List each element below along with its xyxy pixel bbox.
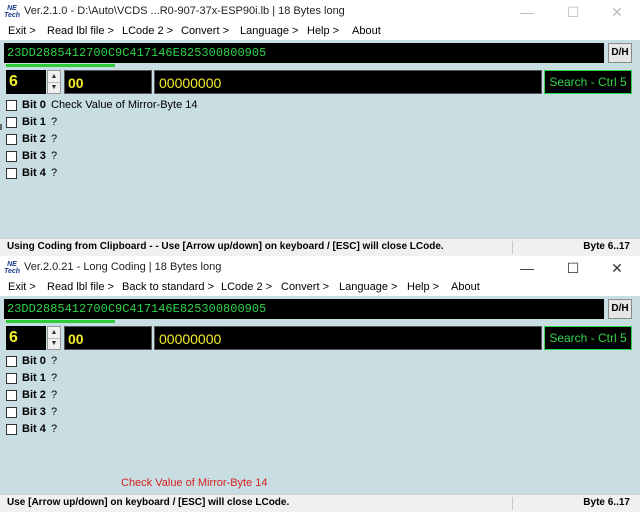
bit-checkbox[interactable] [6,390,17,401]
byte-position-progress [6,64,115,67]
bit-label: Bit 3 [22,406,46,418]
lcode-window-1: NE Tech Ver.2.1.0 - D:\Auto\VCDS ...R0-90… [0,0,640,256]
status-bar: Use [Arrow up/down] on keyboard / [ESC] … [0,494,640,512]
byte-binary-field[interactable]: 00000000 [154,70,542,94]
bit-label: Bit 2 [22,133,46,145]
bit-description: Check Value of Mirror-Byte 14 [51,99,198,111]
edge-marker [0,124,2,130]
bit-label: Bit 1 [22,116,46,128]
minimize-icon[interactable]: — [504,256,550,280]
bit-checkbox[interactable] [6,134,17,145]
menu-language[interactable]: Language > [339,281,397,293]
window-title: Ver.2.1.0 - D:\Auto\VCDS ...R0-907-37x-E… [24,5,345,17]
bit-checkbox[interactable] [6,151,17,162]
client-area: 23DD2885412700C9C417146E825300800905 D/H… [0,40,640,256]
bit-description: ? [51,133,58,145]
close-icon[interactable]: ✕ [594,0,640,24]
byte-hex-field[interactable]: 00 [64,326,152,350]
bit-description: ? [51,372,58,384]
menu-convert[interactable]: Convert > [281,281,329,293]
menu-lcode2[interactable]: LCode 2 > [221,281,272,293]
byte-index-field[interactable]: 6 [6,326,46,350]
dec-hex-toggle-button[interactable]: D/H [608,299,632,319]
menu-exit[interactable]: Exit > [8,281,36,293]
window-title: Ver.2.0.21 - Long Coding | 18 Bytes long [24,261,222,273]
menu-help[interactable]: Help > [307,25,339,37]
bit-checkbox[interactable] [6,407,17,418]
byte-binary-field[interactable]: 00000000 [154,326,542,350]
bit-description: ? [51,389,58,401]
status-divider [512,497,513,510]
dec-hex-toggle-button[interactable]: D/H [608,43,632,63]
client-area: 23DD2885412700C9C417146E825300800905 D/H… [0,296,640,512]
bit-label: Bit 0 [22,99,46,111]
menu-bar: Exit > Read lbl file > Back to standard … [0,280,640,296]
menu-convert[interactable]: Convert > [181,25,229,37]
menu-bar: Exit > Read lbl file > LCode 2 > Convert… [0,24,640,40]
bit-label: Bit 4 [22,423,46,435]
menu-back-to-standard[interactable]: Back to standard > [122,281,214,293]
bit-label: Bit 1 [22,372,46,384]
bit-checkbox[interactable] [6,373,17,384]
info-message: Check Value of Mirror-Byte 14 [121,477,268,489]
bit-checkbox[interactable] [6,100,17,111]
bit-label: Bit 2 [22,389,46,401]
lcode-window-2: NE Tech Ver.2.0.21 - Long Coding | 18 Byt… [0,256,640,512]
byte-index-spinner[interactable]: ▲ ▼ [47,326,61,350]
status-text: Using Coding from Clipboard - - Use [Arr… [7,241,444,252]
close-icon[interactable]: ✕ [594,256,640,280]
status-bar: Using Coding from Clipboard - - Use [Arr… [0,238,640,256]
search-button[interactable]: Search - Ctrl 5 [544,70,632,94]
title-bar[interactable]: NE Tech Ver.2.0.21 - Long Coding | 18 Byt… [0,256,640,280]
app-logo: NE Tech [4,261,21,275]
maximize-icon[interactable]: ☐ [550,256,596,280]
menu-about[interactable]: About [352,25,381,37]
spin-down-icon[interactable]: ▼ [48,338,60,349]
byte-hex-field[interactable]: 00 [64,70,152,94]
bit-label: Bit 4 [22,167,46,179]
bit-checkbox[interactable] [6,356,17,367]
bit-description: ? [51,423,58,435]
menu-read-lbl[interactable]: Read lbl file > [47,25,114,37]
app-logo: NE Tech [4,5,21,19]
byte-position-progress [6,320,115,323]
bit-description: ? [51,167,58,179]
status-byte-range: Byte 6..17 [583,241,630,252]
maximize-icon[interactable]: ☐ [550,0,596,24]
bit-checkbox[interactable] [6,117,17,128]
bit-description: ? [51,355,58,367]
status-text: Use [Arrow up/down] on keyboard / [ESC] … [7,497,290,508]
menu-about[interactable]: About [451,281,480,293]
menu-exit[interactable]: Exit > [8,25,36,37]
coding-hex-field[interactable]: 23DD2885412700C9C417146E825300800905 [4,43,604,63]
bit-checkbox[interactable] [6,168,17,179]
minimize-icon[interactable]: — [504,0,550,24]
bit-checkbox[interactable] [6,424,17,435]
bit-label: Bit 0 [22,355,46,367]
menu-language[interactable]: Language > [240,25,298,37]
search-button[interactable]: Search - Ctrl 5 [544,326,632,350]
menu-help[interactable]: Help > [407,281,439,293]
menu-lcode2[interactable]: LCode 2 > [122,25,173,37]
bit-description: ? [51,406,58,418]
bit-label: Bit 3 [22,150,46,162]
title-bar[interactable]: NE Tech Ver.2.1.0 - D:\Auto\VCDS ...R0-90… [0,0,640,24]
coding-hex-field[interactable]: 23DD2885412700C9C417146E825300800905 [4,299,604,319]
byte-index-field[interactable]: 6 [6,70,46,94]
status-byte-range: Byte 6..17 [583,497,630,508]
byte-index-spinner[interactable]: ▲ ▼ [47,70,61,94]
bit-description: ? [51,116,58,128]
spin-down-icon[interactable]: ▼ [48,82,60,93]
bit-description: ? [51,150,58,162]
status-divider [512,241,513,254]
menu-read-lbl[interactable]: Read lbl file > [47,281,114,293]
